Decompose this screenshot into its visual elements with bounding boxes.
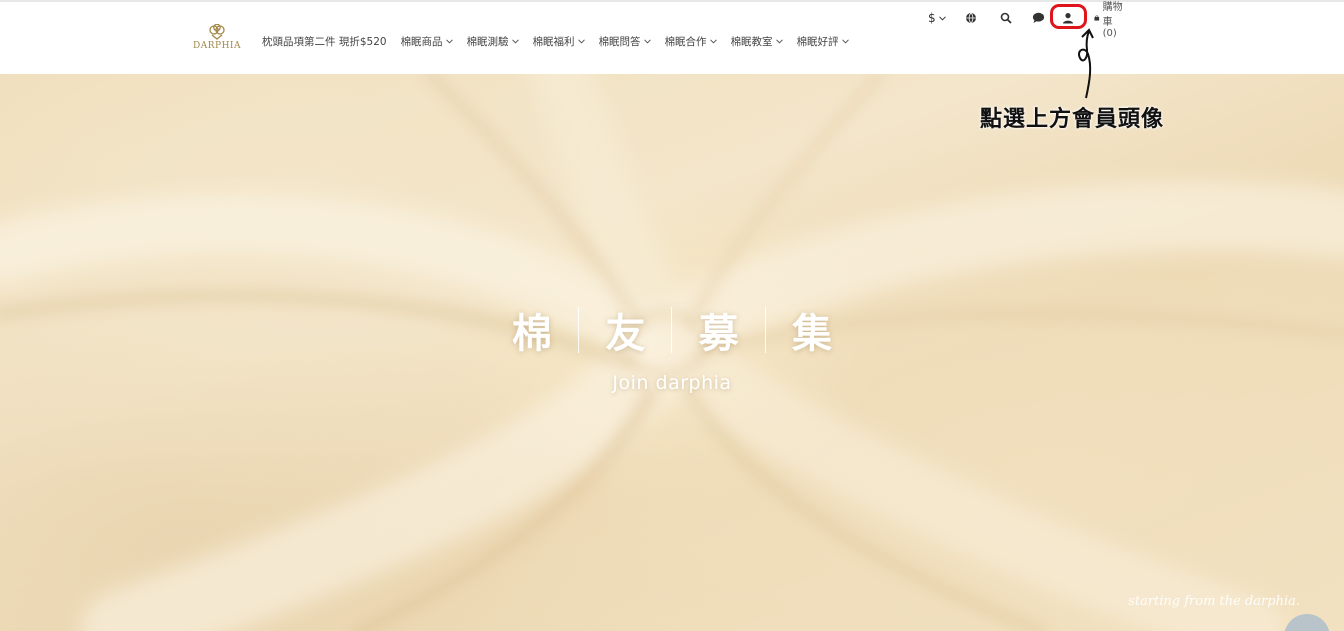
currency-selector[interactable]: $	[928, 10, 946, 26]
nav-item-benefits[interactable]: 棉眠福利	[533, 34, 585, 49]
search-icon	[1000, 12, 1012, 24]
chevron-down-icon	[445, 39, 453, 44]
currency-symbol: $	[928, 11, 936, 25]
chevron-down-icon	[577, 39, 585, 44]
chat-button[interactable]	[1032, 10, 1045, 26]
hero-title-char: 友	[605, 311, 646, 357]
title-divider	[764, 307, 766, 353]
curved-arrow-icon	[1078, 28, 1094, 99]
nav-item-label: 棉眠好評	[796, 36, 839, 48]
brand-logo[interactable]: DARPHIA	[190, 24, 244, 58]
nav-item-label: 棉眠問答	[598, 36, 641, 48]
hero-title: 棉 友 募 集	[512, 302, 832, 358]
shopping-bag-icon	[1094, 15, 1100, 21]
chevron-down-icon	[511, 39, 519, 44]
nav-item-label: 棉眠合作	[664, 36, 707, 48]
chevron-down-icon	[643, 39, 651, 44]
nav-item-partnership[interactable]: 棉眠合作	[665, 34, 717, 49]
cotton-flower-icon	[209, 24, 225, 40]
nav-item-reviews[interactable]: 棉眠好評	[797, 34, 849, 49]
instruction-annotation: 點選上方會員頭像	[980, 107, 1165, 132]
brand-logo-text: DARPHIA	[193, 41, 241, 51]
cart-button[interactable]: 購物車(0)	[1094, 2, 1123, 39]
page: DARPHIA 枕頭品項第二件 現折$520 棉眠商品 棉眠測驗 棉眠福利 棉眠…	[0, 0, 1344, 631]
hero-title-char: 棉	[512, 311, 552, 357]
hero-subtitle: Join darphia	[612, 372, 732, 394]
chevron-down-icon	[709, 39, 717, 44]
chat-icon	[1032, 12, 1045, 23]
nav-item-label: 枕頭品項第二件 現折$520	[262, 36, 387, 48]
cart-label: 購物車(0)	[1102, 1, 1123, 39]
globe-icon	[966, 12, 976, 24]
nav-item-label: 棉眠福利	[532, 36, 575, 48]
site-header: DARPHIA 枕頭品項第二件 現折$520 棉眠商品 棉眠測驗 棉眠福利 棉眠…	[0, 0, 1344, 74]
hero-title-char: 募	[698, 311, 739, 357]
chevron-down-icon	[775, 39, 783, 44]
nav-item-promo[interactable]: 枕頭品項第二件 現折$520	[262, 34, 387, 49]
nav-item-classroom[interactable]: 棉眠教室	[731, 34, 783, 49]
hero-title-char: 集	[791, 311, 832, 357]
search-button[interactable]	[1000, 10, 1012, 26]
chevron-down-icon	[841, 39, 849, 44]
nav-item-products[interactable]: 棉眠商品	[401, 34, 453, 49]
hero-script-text: starting from the darphia.	[1128, 594, 1300, 609]
chevron-down-icon	[938, 15, 946, 21]
title-divider	[671, 307, 673, 353]
main-nav: 枕頭品項第二件 現折$520 棉眠商品 棉眠測驗 棉眠福利 棉眠問答 棉眠合作	[262, 34, 863, 49]
nav-item-label: 棉眠商品	[400, 36, 443, 48]
nav-item-label: 棉眠測驗	[466, 36, 509, 48]
hero-banner: 棉 友 募 集 Join darphia starting from the d…	[0, 74, 1344, 631]
nav-item-label: 棉眠教室	[730, 36, 773, 48]
account-highlight-ring	[1050, 4, 1087, 29]
nav-item-faq[interactable]: 棉眠問答	[599, 34, 651, 49]
nav-item-quiz[interactable]: 棉眠測驗	[467, 34, 519, 49]
title-divider	[578, 307, 580, 353]
language-button[interactable]	[965, 10, 977, 26]
